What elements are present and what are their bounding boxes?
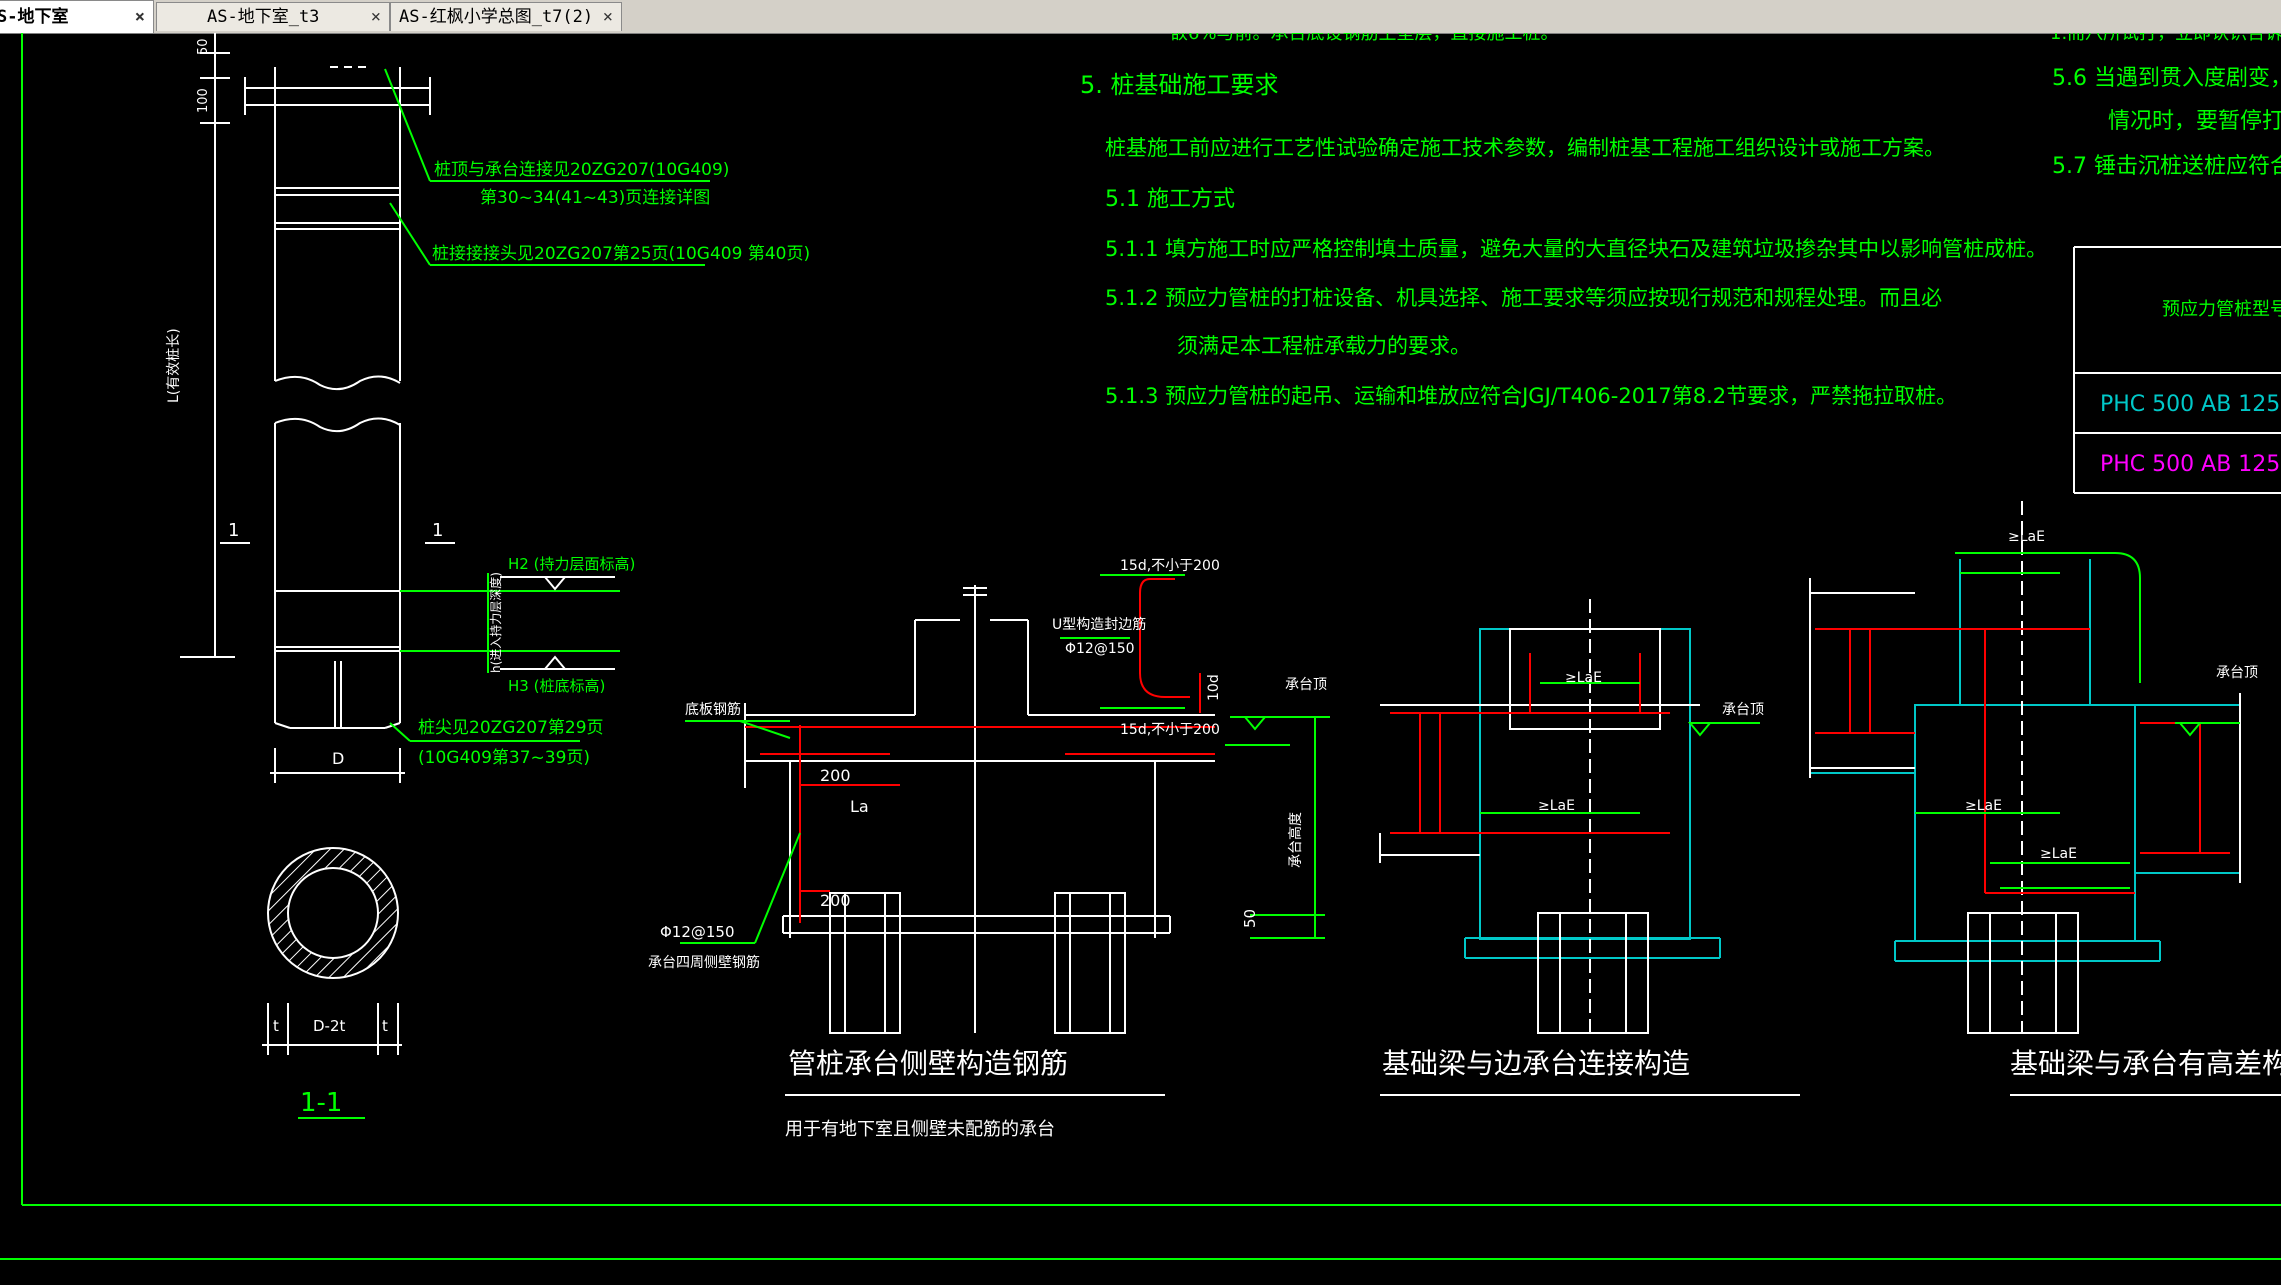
detail1-title: 管桩承台侧壁构造钢筋 (788, 1047, 1068, 1080)
tab-label: AS-红枫小学总图_t7(2) (399, 7, 594, 27)
d3-label-lae-low: ≥LaE (2040, 846, 2077, 862)
label-side-rebar: 承台四周侧壁钢筋 (648, 954, 760, 971)
close-icon[interactable]: × (603, 3, 613, 31)
detail-beam-cap-step-white (1809, 501, 2241, 1034)
label-15d-top: 15d,不小于200 (1120, 558, 1220, 574)
label-la: La (850, 797, 869, 816)
diameter-label: D (332, 749, 344, 768)
dim-100: 100 (196, 88, 211, 113)
detail3-title: 基础梁与承台有高差构造 (2010, 1047, 2281, 1080)
label-cap-top: 承台顶 (1285, 677, 1327, 693)
close-icon[interactable]: × (371, 3, 381, 31)
tab-as-basement-t3[interactable]: AS-地下室_t3 × (156, 2, 390, 31)
detail-beam-edge-cap-white (1379, 599, 1700, 1034)
pile-joint-note: 桩接接接头见20ZG207第25页(10G409 第40页) (432, 244, 810, 264)
note-5-7: 5.7 锤击沉桩送桩应符合下列规 (2052, 154, 2281, 179)
d3-label-lae-top: ≥LaE (2008, 529, 2045, 545)
effective-length-label: L(有效桩长) (165, 328, 182, 403)
pile-tip-note-1: 桩尖见20ZG207第29页 (418, 718, 604, 738)
h2-label: H2 (持力层面标高) (508, 555, 635, 573)
pile-elevation (180, 33, 455, 783)
construction-notes: 嵌6%与前。承台底设钢筋土垫层，直接施工桩。 5. 桩基础施工要求 桩基施工前应… (1080, 23, 2047, 408)
pile-top-note-2: 第30~34(41~43)页连接详图 (480, 188, 710, 208)
d2-label-lae-mid: ≥LaE (1538, 798, 1575, 814)
section-mark-right: 1 (432, 520, 443, 541)
dim-50: 50 (196, 38, 211, 55)
note-5-6b: 情况时，要暂停打桩，并分析 (2108, 109, 2281, 134)
label-200-bottom: 200 (820, 891, 851, 910)
tab-label: AS-地下室_t3 (207, 7, 320, 27)
detail-beam-cap-step-dims (1915, 552, 2240, 889)
d2-label-lae-top: ≥LaE (1565, 670, 1602, 686)
pile-tip-note-2: (10G409第37~39页) (418, 748, 590, 768)
section-title: 1-1 (300, 1088, 342, 1118)
pile-cross-section (267, 847, 399, 979)
detail2-title: 基础梁与边承台连接构造 (1382, 1047, 1690, 1080)
label-u-bar: U型构造封边筋 (1052, 616, 1146, 633)
note-5-1-2b: 须满足本工程桩承载力的要求。 (1177, 334, 1471, 358)
detail-beam-edge-cap (1380, 628, 1721, 959)
pile-top-note-1: 桩顶与承台连接见20ZG207(10G409) (434, 160, 729, 180)
heading-pile-construction: 5. 桩基础施工要求 (1080, 71, 1279, 99)
label-15d-bottom: 15d,不小于200 (1120, 722, 1220, 738)
label-cap-height: 承台高度 (1287, 812, 1304, 868)
right-note-cut: 1.而八所试打，立即认识告诉， (2050, 33, 2281, 44)
close-icon[interactable]: × (135, 1, 145, 33)
drawing-svg: 50 100 L(有效桩长) 桩顶与承台连接见20ZG207(10G409) 第… (0, 23, 2281, 1260)
label-slab-rebar: 底板钢筋 (685, 701, 741, 718)
d3-label-lae-mid: ≥LaE (1965, 798, 2002, 814)
wall-thickness-left: t (273, 1017, 279, 1035)
detail-beam-edge-cap-dims (1480, 682, 1760, 814)
detail-beam-cap-step (1810, 559, 2240, 962)
note-5-6: 5.6 当遇到贯入度剧变，桩身突然 (2052, 66, 2281, 91)
note-5-1-3: 5.1.3 预应力管桩的起吊、运输和堆放应符合JGJ/T406-2017第8.2… (1105, 384, 1957, 408)
h3-label: H3 (桩底标高) (508, 677, 605, 695)
table-row-zh: PHC 500 AB 125(ZH (2100, 392, 2281, 417)
label-side-rebar-spec: Φ12@150 (660, 923, 735, 941)
detail1-subtitle: 用于有地下室且侧壁未配筋的承台 (785, 1119, 1055, 1140)
d3-label-cap-top: 承台顶 (2216, 665, 2258, 681)
detail-cap-side-wall (744, 585, 1215, 1034)
label-u-bar-spec: Φ12@150 (1065, 641, 1135, 657)
label-200-top: 200 (820, 766, 851, 785)
label-50: 50 (1241, 909, 1259, 928)
cad-drawing-canvas[interactable]: 50 100 L(有效桩长) 桩顶与承台连接见20ZG207(10G409) 第… (0, 23, 2281, 1281)
tab-label: S-地下室 (0, 7, 69, 27)
section-mark-left: 1 (228, 520, 239, 541)
label-10d: 10d (1206, 674, 1222, 701)
tab-s-basement[interactable]: S-地下室 × (0, 0, 154, 33)
inner-diameter: D-2t (313, 1017, 346, 1035)
note-5-1-2: 5.1.2 预应力管桩的打桩设备、机具选择、施工要求等须应按现行规范和规程处理。… (1105, 286, 1942, 310)
document-tab-bar: S-地下室 × AS-地下室_t3 × AS-红枫小学总图_t7(2) × (0, 0, 2281, 34)
d2-label-cap-top: 承台顶 (1722, 702, 1764, 718)
right-notes: 1.而八所试打，立即认识告诉， 5.6 当遇到贯入度剧变，桩身突然 情况时，要暂… (2050, 23, 2281, 179)
note-cut-line: 嵌6%与前。承台底设钢筋土垫层，直接施工桩。 (1170, 33, 1559, 44)
bearing-depth-label: h(进入持力层深度) (488, 572, 503, 673)
note-5-1: 5.1 施工方式 (1105, 187, 1235, 212)
note-5-1-1: 5.1.1 填方施工时应严格控制填土质量，避免大量的大直径块石及建筑垃圾掺杂其中… (1105, 237, 2047, 261)
table-header: 预应力管桩型号 (2162, 299, 2281, 320)
tab-as-school-plan-t7[interactable]: AS-红枫小学总图_t7(2) × (390, 2, 622, 31)
wall-thickness-right: t (382, 1017, 388, 1035)
detail-cap-leaders (680, 574, 1330, 944)
detail-cap-labels: 15d,不小于200 U型构造封边筋 Φ12@150 10d 15d,不小于20… (648, 558, 1327, 971)
detail-beam-edge-cap-rebar (1390, 653, 1670, 834)
table-row-zs: PHC 500 AB 125(ZS (2100, 452, 2281, 477)
note-intro: 桩基施工前应进行工艺性试验确定施工技术参数，编制桩基工程施工组织设计或施工方案。 (1105, 136, 1945, 160)
